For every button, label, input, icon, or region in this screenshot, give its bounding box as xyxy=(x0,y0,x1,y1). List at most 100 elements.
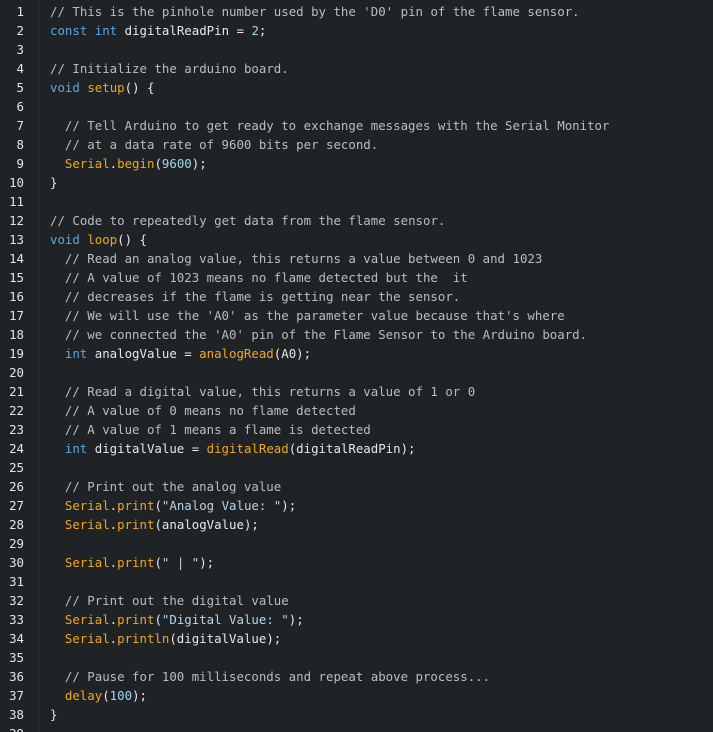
code-text-content[interactable]: // Print out the digital value xyxy=(50,591,289,610)
code-text: analogValue = xyxy=(94,346,200,361)
code-text-content[interactable]: // Read an analog value, this returns a … xyxy=(50,249,542,268)
code-line[interactable]: 16 // decreases if the flame is getting n… xyxy=(0,287,713,306)
code-line[interactable]: 19 int analogValue = analogRead(A0); xyxy=(0,344,713,363)
code-line[interactable]: 23 // A value of 1 means a flame is detec… xyxy=(0,420,713,439)
code-editor[interactable]: 1 // This is the pinhole number used by t… xyxy=(0,0,713,732)
code-line[interactable]: 24 int digitalValue = digitalRead(digital… xyxy=(0,439,713,458)
code-line[interactable]: 4 // Initialize the arduino board. xyxy=(0,59,713,78)
code-line[interactable]: 22 // A value of 0 means no flame detecte… xyxy=(0,401,713,420)
code-text-content[interactable]: Serial.print(analogValue); xyxy=(50,515,259,534)
code-line[interactable]: 27 Serial.print("Analog Value: "); xyxy=(0,496,713,515)
code-line[interactable]: 33 Serial.print("Digital Value: "); xyxy=(0,610,713,629)
line-number: 6 xyxy=(16,99,24,114)
code-line[interactable]: 30 Serial.print(" | "); xyxy=(0,553,713,572)
code-text-content[interactable]: } xyxy=(50,705,57,724)
code-line[interactable]: 28 Serial.print(analogValue); xyxy=(0,515,713,534)
code-line[interactable]: 29 xyxy=(0,534,713,553)
code-line[interactable]: 5 void setup() { xyxy=(0,78,713,97)
code-comment: // Print out the analog value xyxy=(64,479,282,494)
code-line[interactable]: 3 xyxy=(0,40,713,59)
code-text: ); xyxy=(199,555,215,570)
code-comment: // at a data rate of 9600 bits per secon… xyxy=(64,137,379,152)
line-number: 28 xyxy=(9,517,24,532)
line-number: 16 xyxy=(9,289,24,304)
code-line[interactable]: 10} xyxy=(0,173,713,192)
line-number: 23 xyxy=(9,422,24,437)
line-number: 32 xyxy=(9,593,24,608)
code-line[interactable]: 7 // Tell Arduino to get ready to exchang… xyxy=(0,116,713,135)
code-function: analogRead xyxy=(199,346,274,361)
code-text-content[interactable]: Serial.print("Analog Value: "); xyxy=(50,496,296,515)
line-number: 29 xyxy=(9,536,24,551)
code-keyword: void xyxy=(50,80,88,95)
code-comment: // Tell Arduino to get ready to exchange… xyxy=(64,118,610,133)
code-text-content[interactable]: // This is the pinhole number used by th… xyxy=(50,2,580,21)
line-number: 27 xyxy=(9,498,24,513)
code-text-content[interactable]: // at a data rate of 9600 bits per secon… xyxy=(50,135,378,154)
code-text-content[interactable]: // Code to repeatedly get data from the … xyxy=(50,211,445,230)
code-number: 2 xyxy=(251,23,259,38)
code-text-content[interactable]: // A value of 0 means no flame detected xyxy=(50,401,356,420)
code-text: ); xyxy=(281,498,297,513)
code-line[interactable]: 38} xyxy=(0,705,713,724)
code-text-content[interactable]: Serial.print("Digital Value: "); xyxy=(50,610,304,629)
code-text: ; xyxy=(258,23,267,38)
code-text: ); xyxy=(191,156,207,171)
code-text-content[interactable]: // A value of 1023 means no flame detect… xyxy=(50,268,468,287)
code-line[interactable]: 13 void loop() { xyxy=(0,230,713,249)
code-line[interactable]: 8 // at a data rate of 9600 bits per seco… xyxy=(0,135,713,154)
code-comment: // Initialize the arduino board. xyxy=(50,61,289,76)
code-comment: // Pause for 100 milliseconds and repeat… xyxy=(64,669,491,684)
code-line[interactable]: 15 // A value of 1023 means no flame dete… xyxy=(0,268,713,287)
code-function: loop xyxy=(87,232,118,247)
code-line[interactable]: 34 Serial.println(digitalValue); xyxy=(0,629,713,648)
code-text-content[interactable]: Serial.print(" | "); xyxy=(50,553,214,572)
code-text-content[interactable]: // A value of 1 means a flame is detecte… xyxy=(50,420,371,439)
code-text-content[interactable]: void setup() { xyxy=(50,78,154,97)
code-line[interactable]: 12 // Code to repeatedly get data from th… xyxy=(0,211,713,230)
line-number: 21 xyxy=(9,384,24,399)
code-text: . xyxy=(109,555,118,570)
code-text-content[interactable]: // we connected the 'A0' pin of the Flam… xyxy=(50,325,587,344)
code-line[interactable]: 21 // Read a digital value, this returns … xyxy=(0,382,713,401)
code-line[interactable]: 31 xyxy=(0,572,713,591)
code-line[interactable]: 1 // This is the pinhole number used by t… xyxy=(0,2,713,21)
code-text-content[interactable]: // We will use the 'A0' as the parameter… xyxy=(50,306,565,325)
code-text: () { xyxy=(117,232,147,247)
code-line[interactable]: 20 xyxy=(0,363,713,382)
code-function: print xyxy=(117,555,155,570)
code-text-content[interactable]: Serial.println(digitalValue); xyxy=(50,629,281,648)
code-number: 9600 xyxy=(161,156,192,171)
code-text-content[interactable]: void loop() { xyxy=(50,230,147,249)
code-line[interactable]: 18 // we connected the 'A0' pin of the Fl… xyxy=(0,325,713,344)
code-line[interactable]: 36 // Pause for 100 milliseconds and repe… xyxy=(0,667,713,686)
code-line[interactable]: 11 xyxy=(0,192,713,211)
code-text-content[interactable]: // Pause for 100 milliseconds and repeat… xyxy=(50,667,490,686)
code-text-content[interactable]: delay(100); xyxy=(50,686,147,705)
code-line[interactable]: 17 // We will use the 'A0' as the paramet… xyxy=(0,306,713,325)
code-comment: // we connected the 'A0' pin of the Flam… xyxy=(64,327,588,342)
code-text-content[interactable]: int digitalValue = digitalRead(digitalRe… xyxy=(50,439,416,458)
code-line[interactable]: 25 xyxy=(0,458,713,477)
line-number: 14 xyxy=(9,251,24,266)
code-text-content[interactable]: // Initialize the arduino board. xyxy=(50,59,289,78)
code-text-content[interactable]: // Print out the analog value xyxy=(50,477,281,496)
code-line[interactable]: 32 // Print out the digital value xyxy=(0,591,713,610)
code-line[interactable]: 9 Serial.begin(9600); xyxy=(0,154,713,173)
code-text-content[interactable]: // Tell Arduino to get ready to exchange… xyxy=(50,116,610,135)
code-text-content[interactable]: const int digitalReadPin = 2; xyxy=(50,21,266,40)
code-line[interactable]: 14 // Read an analog value, this returns … xyxy=(0,249,713,268)
code-line[interactable]: 35 xyxy=(0,648,713,667)
code-text-content[interactable]: Serial.begin(9600); xyxy=(50,154,207,173)
code-comment: // We will use the 'A0' as the parameter… xyxy=(64,308,565,323)
code-text-content[interactable]: int analogValue = analogRead(A0); xyxy=(50,344,311,363)
code-text-content[interactable]: } xyxy=(50,173,57,192)
code-line[interactable]: 2 const int digitalReadPin = 2; xyxy=(0,21,713,40)
code-line[interactable]: 37 delay(100); xyxy=(0,686,713,705)
code-line[interactable]: 39 xyxy=(0,724,713,732)
code-line[interactable]: 26 // Print out the analog value xyxy=(0,477,713,496)
code-line[interactable]: 6 xyxy=(0,97,713,116)
code-text-content[interactable]: // decreases if the flame is getting nea… xyxy=(50,287,460,306)
code-text-content[interactable]: // Read a digital value, this returns a … xyxy=(50,382,475,401)
code-lines[interactable]: 1 // This is the pinhole number used by t… xyxy=(0,2,713,732)
